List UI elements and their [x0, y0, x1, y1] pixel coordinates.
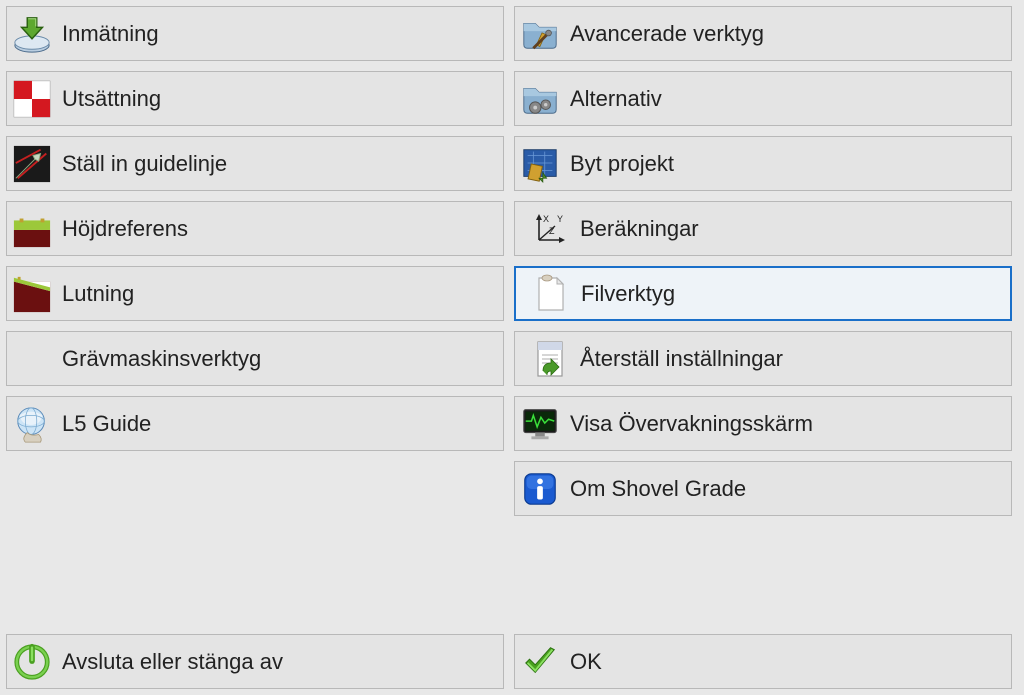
menu-item-label: Höjdreferens [62, 216, 188, 242]
power-icon [12, 642, 52, 682]
menu-item-label: L5 Guide [62, 411, 151, 437]
svg-text:X: X [543, 214, 549, 224]
menu-item-label: Om Shovel Grade [570, 476, 746, 502]
guideline-arrow-icon [12, 144, 52, 184]
axes-icon: X Y Z [530, 209, 570, 249]
menu-item-label: Byt projekt [570, 151, 674, 177]
svg-text:Z: Z [549, 226, 555, 236]
ok-button[interactable]: OK [514, 634, 1012, 689]
menu-item-hojdreferens[interactable]: Höjdreferens [6, 201, 504, 256]
left-column: Inmätning Utsättning Stäl [6, 6, 504, 516]
download-disk-icon [12, 14, 52, 54]
menu-item-lutning[interactable]: Lutning [6, 266, 504, 321]
menu-item-label: Inmätning [62, 21, 159, 47]
menu-item-aterstall[interactable]: Återställ inställningar [514, 331, 1012, 386]
exit-button-label: Avsluta eller stänga av [62, 649, 283, 675]
menu-item-label: Filverktyg [581, 281, 675, 307]
menu-item-filverktyg[interactable]: Filverktyg [514, 266, 1012, 321]
menu-item-label: Visa Övervakningsskärm [570, 411, 813, 437]
menu-item-label: Lutning [62, 281, 134, 307]
globe-icon [12, 404, 52, 444]
menu-item-gravmaskin[interactable]: Grävmaskinsverktyg [6, 331, 504, 386]
menu-item-label: Beräkningar [580, 216, 699, 242]
menu-item-inmatning[interactable]: Inmätning [6, 6, 504, 61]
checkmark-icon [520, 642, 560, 682]
folder-gears-icon [520, 79, 560, 119]
menu-item-overvak[interactable]: Visa Övervakningsskärm [514, 396, 1012, 451]
menu-item-berakningar[interactable]: X Y Z Beräkningar [514, 201, 1012, 256]
red-squares-icon [12, 79, 52, 119]
menu-item-label: Grävmaskinsverktyg [62, 346, 261, 372]
menu-item-alternativ[interactable]: Alternativ [514, 71, 1012, 126]
blueprint-icon [520, 144, 560, 184]
exit-button[interactable]: Avsluta eller stänga av [6, 634, 504, 689]
menu-item-guidelinje[interactable]: Ställ in guidelinje [6, 136, 504, 191]
folder-tools-icon [520, 14, 560, 54]
menu-item-om[interactable]: Om Shovel Grade [514, 461, 1012, 516]
height-ref-icon [12, 209, 52, 249]
svg-text:Y: Y [557, 214, 563, 224]
menu-item-bytprojekt[interactable]: Byt projekt [514, 136, 1012, 191]
menu-item-label: Ställ in guidelinje [62, 151, 227, 177]
menu-item-avancerade[interactable]: Avancerade verktyg [514, 6, 1012, 61]
empty-icon [12, 339, 52, 379]
menu-item-label: Avancerade verktyg [570, 21, 764, 47]
restore-page-icon [530, 339, 570, 379]
menu-item-label: Återställ inställningar [580, 346, 783, 372]
monitor-icon [520, 404, 560, 444]
right-column: Avancerade verktyg Alternativ [514, 6, 1012, 516]
menu-item-l5guide[interactable]: L5 Guide [6, 396, 504, 451]
bottom-row: Avsluta eller stänga av OK [0, 628, 1018, 695]
file-icon [531, 274, 571, 314]
ok-button-label: OK [570, 649, 602, 675]
slope-icon [12, 274, 52, 314]
menu-item-utsattning[interactable]: Utsättning [6, 71, 504, 126]
info-icon [520, 469, 560, 509]
menu-item-label: Alternativ [570, 86, 662, 112]
menu-item-label: Utsättning [62, 86, 161, 112]
